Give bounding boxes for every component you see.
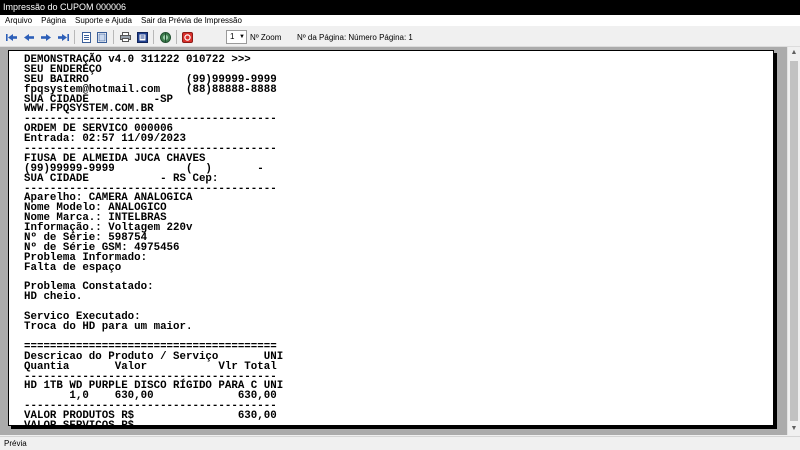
menu-bar: Arquivo Página Suporte e Ajuda Sair da P… [0, 15, 800, 26]
export-button[interactable] [159, 31, 171, 43]
vertical-scrollbar[interactable]: ▲ ▼ [787, 47, 800, 435]
zoom-select[interactable]: 1 ▼ [226, 30, 247, 44]
page-number-label: Nº da Página: Número Página: 1 [297, 33, 413, 42]
first-page-icon [5, 33, 17, 41]
status-text: Prévia [4, 439, 27, 448]
toolbar-separator [74, 30, 75, 44]
scrollbar-thumb[interactable] [790, 61, 798, 421]
single-page-button[interactable] [80, 31, 92, 43]
zoom-value: 1 [230, 32, 235, 41]
menu-suporte-ajuda[interactable]: Suporte e Ajuda [70, 15, 136, 26]
close-preview-icon [181, 31, 193, 43]
window-title-bar: Impressão do CUPOM 000006 [0, 0, 800, 15]
last-page-button[interactable] [57, 31, 69, 43]
window-title: Impressão do CUPOM 000006 [3, 2, 127, 12]
last-page-icon [57, 33, 69, 41]
receipt-line: VALOR SERVICOS R$ [24, 419, 135, 426]
toolbar-separator [113, 30, 114, 44]
printer-icon [119, 32, 131, 42]
export-icon [159, 31, 171, 43]
previous-page-button[interactable] [23, 31, 35, 43]
previous-page-icon [23, 33, 34, 41]
single-page-icon [81, 31, 91, 43]
page-setup-icon [136, 31, 148, 43]
print-setup-button[interactable] [119, 31, 131, 43]
two-pages-icon [97, 31, 107, 43]
zoom-label: Nº Zoom [250, 33, 282, 42]
receipt-line: Falta de espaço [24, 261, 122, 274]
receipt-line: Troca do HD para um maior. [24, 321, 193, 334]
preview-page: DEMONSTRAÇÃO v4.0 311222 010722 >>> SEU E… [8, 50, 774, 426]
scroll-down-icon[interactable]: ▼ [788, 423, 800, 435]
preview-viewport[interactable]: DEMONSTRAÇÃO v4.0 311222 010722 >>> SEU E… [0, 47, 800, 435]
receipt-line: HD cheio. [24, 291, 83, 304]
status-bar: Prévia [0, 436, 800, 450]
receipt-text: DEMONSTRAÇÃO v4.0 311222 010722 >>> SEU E… [24, 55, 283, 426]
chevron-down-icon: ▼ [239, 34, 245, 40]
menu-sair-previa[interactable]: Sair da Prévia de Impressão [136, 15, 246, 26]
toolbar-separator [176, 30, 177, 44]
toolbar-separator [153, 30, 154, 44]
two-pages-button[interactable] [96, 31, 108, 43]
next-page-button[interactable] [40, 31, 52, 43]
scroll-up-icon[interactable]: ▲ [788, 47, 800, 59]
page-setup-button[interactable] [136, 31, 148, 43]
next-page-icon [40, 33, 51, 41]
first-page-button[interactable] [5, 31, 17, 43]
menu-arquivo[interactable]: Arquivo [0, 15, 36, 26]
close-preview-button[interactable] [181, 31, 193, 43]
menu-pagina[interactable]: Página [36, 15, 70, 26]
